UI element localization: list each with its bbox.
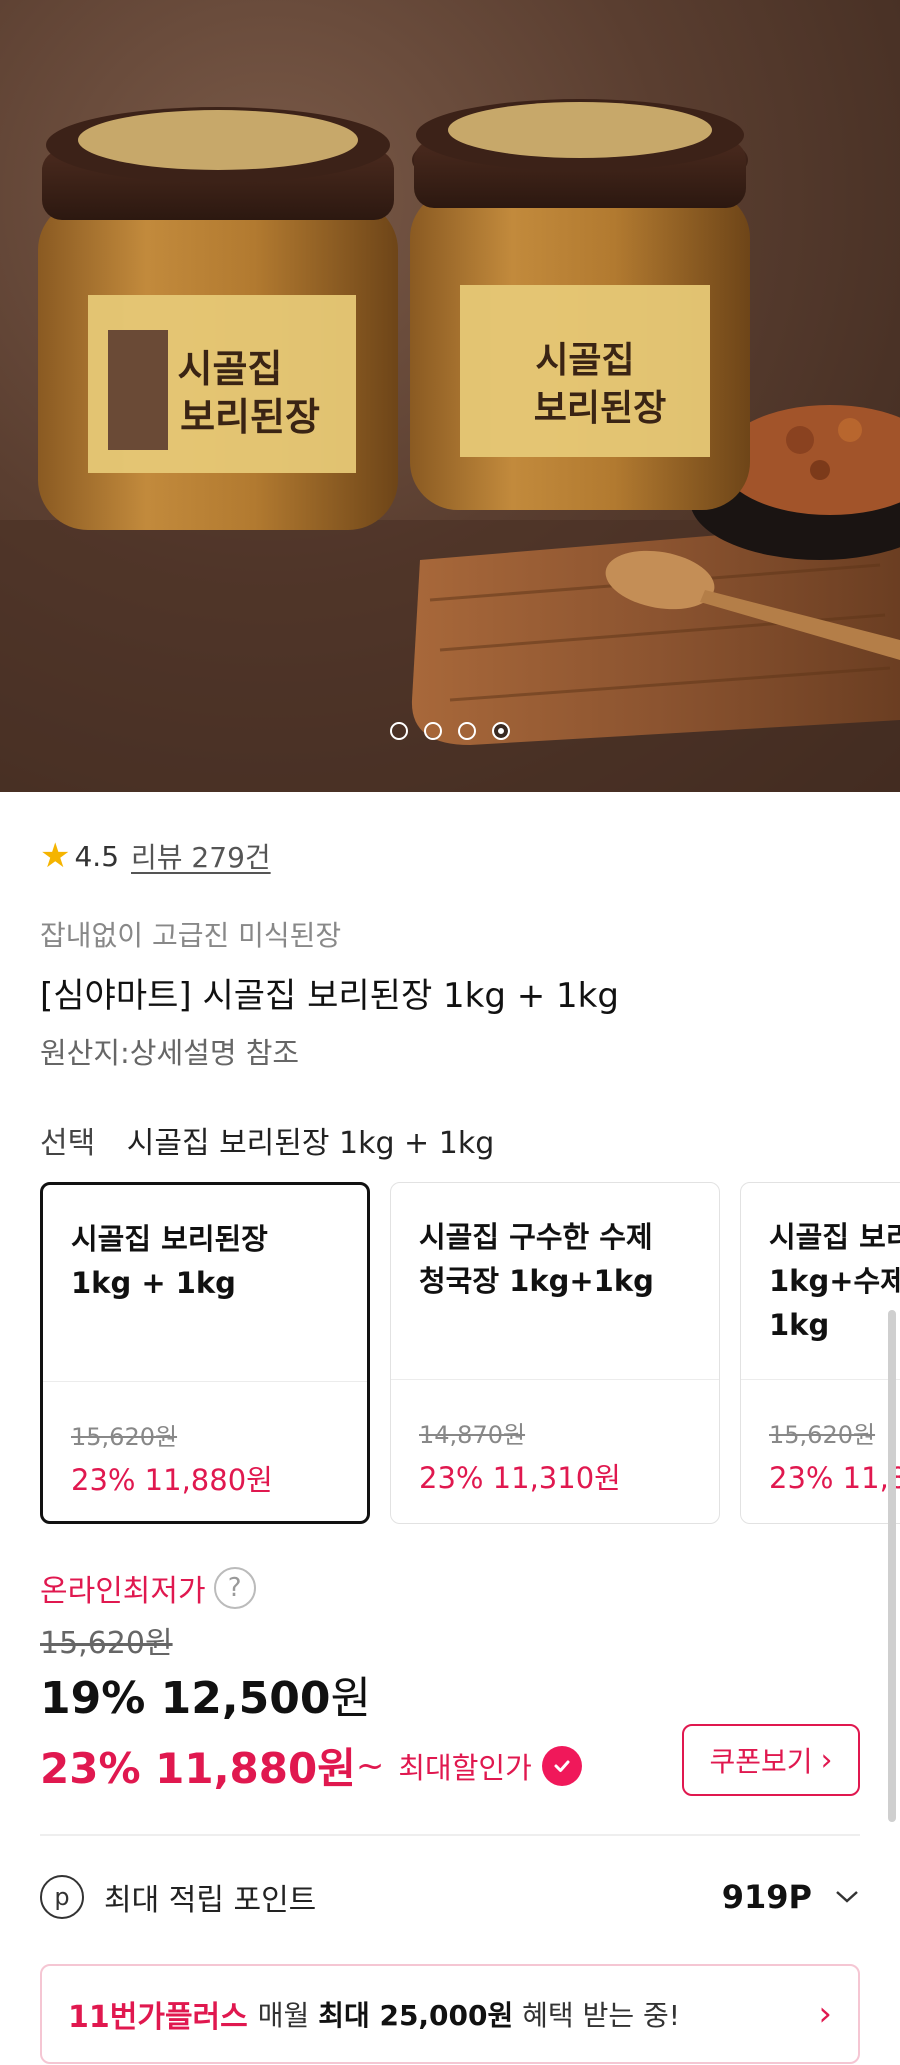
question-icon[interactable]: ? [213, 1567, 256, 1609]
review-count-link[interactable]: 리뷰 279건 [131, 836, 271, 876]
plus-brand: 11번가플러스 [68, 2000, 248, 2035]
selected-option-value: 시골집 보리된장 1kg + 1kg [126, 1126, 495, 1161]
option-card[interactable]: 시골집 구수한 수제 청국장 1kg+1kg 14,870원 23% 11,31… [390, 1182, 720, 1524]
plus-highlight: 최대 25,000원 [318, 1999, 514, 2032]
star-icon: ★ [40, 836, 71, 876]
max-discount-label: 최대할인가 [398, 1750, 532, 1785]
coupon-button[interactable]: 쿠폰보기 › [682, 1724, 860, 1796]
rating-score: 4.5 [74, 839, 120, 873]
max-discount-row: 23% 11,880원 ~ 최대할인가 [40, 1735, 582, 1796]
carousel-dot[interactable] [458, 722, 476, 740]
option-original-price: 15,620원 [71, 1423, 178, 1451]
check-badge-icon [541, 1745, 582, 1786]
plus-suffix: 혜택 받는 중! [522, 1999, 680, 2032]
carousel-indicator [0, 722, 900, 740]
svg-text:보리된장: 보리된장 [180, 395, 320, 439]
option-price: 23% 11,880원 [71, 1463, 273, 1497]
tilde: ~ [355, 1745, 385, 1786]
plus-membership-banner[interactable]: 11번가플러스 매월 최대 25,000원 혜택 받는 중! › [40, 1964, 860, 2064]
jar-label-text: 시골집 [178, 347, 283, 391]
carousel-dot[interactable] [390, 722, 408, 740]
sale-price: 19% 12,500원 [40, 1662, 371, 1726]
divider [40, 1834, 860, 1836]
scrollbar[interactable] [888, 1310, 896, 1822]
product-origin: 원산지:상세설명 참조 [40, 1036, 300, 1070]
option-name: 시골집 보리된장 1kg + 1kg [71, 1222, 268, 1300]
option-price: 23% 11,310원 [419, 1461, 621, 1495]
points-label: 최대 적립 포인트 [104, 1883, 317, 1918]
points-value: 919P [721, 1878, 812, 1916]
selection-label: 선택 [40, 1126, 96, 1161]
option-price: 23% 11,880원 [769, 1461, 900, 1495]
divider [43, 1381, 367, 1382]
lowest-price-row: 온라인최저가 ? [40, 1566, 256, 1610]
divider [391, 1379, 719, 1380]
option-name: 시골집 보리된장 1kg+수제청국장 1kg [769, 1220, 900, 1342]
product-title: [심야마트] 시골집 보리된장 1kg + 1kg [40, 976, 619, 1016]
chevron-right-icon: › [818, 1994, 832, 2034]
original-price: 15,620원 [40, 1626, 173, 1661]
point-icon: p [40, 1875, 84, 1919]
plus-prefix: 매월 [257, 1999, 310, 2032]
max-points-row[interactable]: p 최대 적립 포인트 919P [40, 1872, 860, 1922]
lowest-price-label: 온라인최저가 [40, 1574, 206, 1609]
max-discount-price: 23% 11,880원 [40, 1744, 356, 1793]
chevron-down-icon[interactable] [834, 1882, 860, 1912]
selected-option-row: 선택 시골집 보리된장 1kg + 1kg [40, 1118, 494, 1162]
rating-row: ★ 4.5 리뷰 279건 [40, 836, 271, 876]
sale-percent: 19% [40, 1673, 146, 1724]
sale-unit: 원 [330, 1673, 371, 1724]
option-original-price: 15,620원 [769, 1421, 876, 1449]
chevron-right-icon: › [820, 1742, 833, 1778]
option-name: 시골집 구수한 수제 청국장 1kg+1kg [419, 1220, 654, 1298]
product-subtitle: 잡내없이 고급진 미식된장 [40, 919, 342, 952]
coupon-button-label: 쿠폰보기 [709, 1745, 813, 1778]
plus-benefit-text: 매월 최대 25,000원 혜택 받는 중! [258, 1994, 680, 2034]
option-original-price: 14,870원 [419, 1421, 526, 1449]
sale-amount: 12,500 [160, 1673, 331, 1724]
carousel-dot-active[interactable] [492, 722, 510, 740]
option-card[interactable]: 시골집 보리된장 1kg+수제청국장 1kg 15,620원 23% 11,88… [740, 1182, 900, 1524]
svg-text:보리된장: 보리된장 [534, 388, 666, 429]
product-image-carousel[interactable]: 시골집 보리된장 시골집 보리된장 [0, 0, 900, 792]
product-photo: 시골집 보리된장 시골집 보리된장 [0, 99, 900, 792]
svg-text:시골집: 시골집 [535, 340, 634, 381]
option-card-selected[interactable]: 시골집 보리된장 1kg + 1kg 15,620원 23% 11,880원 [40, 1182, 370, 1524]
option-card-list[interactable]: 시골집 보리된장 1kg + 1kg 15,620원 23% 11,880원 시… [40, 1182, 900, 1526]
carousel-dot[interactable] [424, 722, 442, 740]
divider [741, 1379, 900, 1380]
